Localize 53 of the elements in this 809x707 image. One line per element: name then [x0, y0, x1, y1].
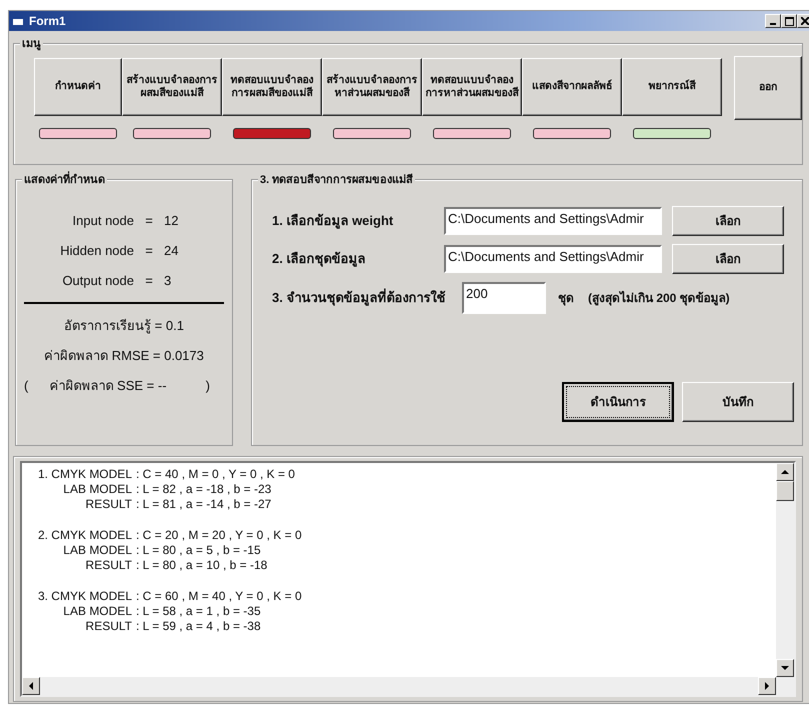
menu-button[interactable]: แสดงสีจากผลลัพธ์	[522, 58, 622, 116]
metric-text: อัตราการเรียนรู้ = 0.1	[63, 317, 185, 336]
result-label: 1. CMYK MODEL	[36, 467, 132, 482]
node-value: 3	[164, 272, 172, 290]
result-value: : C = 60 , M = 40 , Y = 0 , K = 0	[136, 589, 302, 604]
note-text: (สูงสุดไม่เกิน 200 ชุดข้อมูล)	[588, 290, 730, 307]
action-button[interactable]: บันทึก	[682, 382, 794, 422]
count-field[interactable]: 200	[462, 282, 546, 314]
result-value: : C = 20 , M = 20 , Y = 0 , K = 0	[136, 528, 302, 543]
equals-sign: =	[144, 212, 154, 230]
result-label: RESULT	[84, 558, 132, 573]
result-label: LAB MODEL	[62, 604, 132, 619]
choose-button[interactable]: เลือก	[672, 244, 784, 274]
choose-button[interactable]: เลือก	[672, 206, 784, 236]
result-label: LAB MODEL	[62, 543, 132, 558]
result-value: : L = 59 , a = 4 , b = -38	[136, 619, 261, 634]
menu-button[interactable]: สร้างแบบจำลองการผสมสีของแม่สี	[122, 58, 222, 116]
path-field[interactable]: C:\Documents and Settings\Admir	[444, 207, 662, 235]
menu-button[interactable]: ทดสอบแบบจำลองการหาส่วนผสมของสี	[422, 58, 522, 116]
bracket: )	[206, 377, 210, 395]
result-value: : L = 80 , a = 5 , b = -15	[136, 543, 261, 558]
equals-sign: =	[144, 272, 154, 290]
field-label: 2. เลือกชุดข้อมูล	[272, 250, 366, 269]
equals-sign: =	[144, 242, 154, 260]
result-label: 2. CMYK MODEL	[36, 528, 132, 543]
result-value: : L = 82 , a = -18 , b = -23	[136, 482, 272, 497]
result-value: : L = 80 , a = 10 , b = -18	[136, 558, 268, 573]
result-label: LAB MODEL	[62, 482, 132, 497]
result-value: : C = 40 , M = 0 , Y = 0 , K = 0	[136, 467, 295, 482]
metric-text: ค่าผิดพลาด SSE = --	[49, 377, 167, 395]
result-label: 3. CMYK MODEL	[36, 589, 132, 604]
field-label: 1. เลือกข้อมูล weight	[272, 212, 394, 231]
action-button[interactable]: ดำเนินการ	[562, 382, 674, 422]
node-value: 12	[164, 212, 178, 230]
metric-text: ค่าผิดพลาด RMSE = 0.0173	[43, 347, 205, 365]
result-label: RESULT	[84, 619, 132, 634]
exit-button[interactable]: ออก	[734, 56, 802, 120]
window-title: Form1	[29, 13, 66, 30]
node-label: Input node	[72, 212, 134, 230]
menu-button[interactable]: กำหนดค่า	[34, 58, 122, 116]
result-label: RESULT	[84, 497, 132, 512]
bracket: (	[24, 377, 28, 395]
result-value: : L = 81 , a = -14 , b = -27	[136, 497, 272, 512]
menu-button[interactable]: ทดสอบแบบจำลองการผสมสีของแม่สี	[222, 58, 322, 116]
node-label: Output node	[61, 272, 134, 290]
node-label: Hidden node	[59, 242, 134, 260]
menu-button[interactable]: สร้างแบบจำลองการหาส่วนผสมของสี	[322, 58, 422, 116]
unit-label: ชุด	[558, 290, 574, 307]
field-label: 3. จำนวนชุดข้อมูลที่ต้องการใช้	[272, 288, 446, 308]
node-value: 24	[164, 242, 178, 260]
menu-button[interactable]: พยากรณ์สี	[622, 58, 722, 116]
path-field[interactable]: C:\Documents and Settings\Admir	[444, 245, 662, 273]
result-value: : L = 58 , a = 1 , b = -35	[136, 604, 261, 619]
